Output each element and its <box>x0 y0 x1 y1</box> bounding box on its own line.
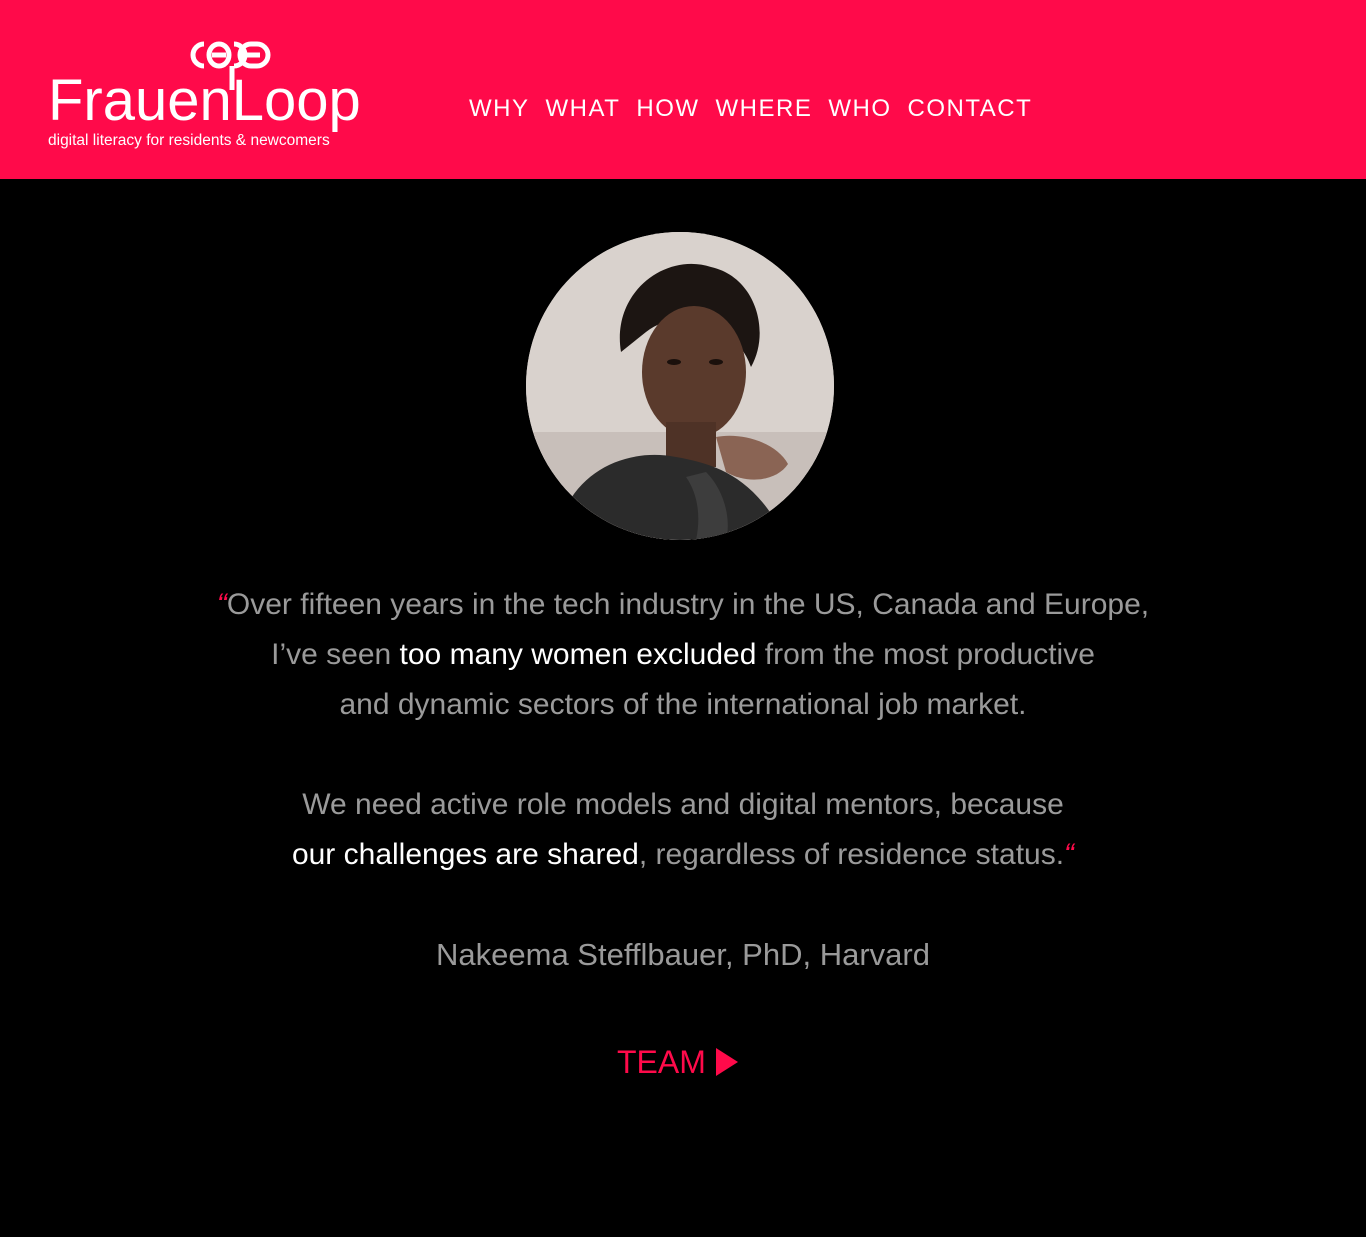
nav-item-how[interactable]: HOW <box>636 93 699 125</box>
nav-item-why[interactable]: WHY <box>469 93 530 125</box>
play-triangle-icon <box>715 1048 738 1076</box>
portrait-image <box>526 232 834 540</box>
quote-line-1: “Over fifteen years in the tech industry… <box>0 580 1366 630</box>
open-quote-mark: “ <box>216 588 227 621</box>
frauenloop-logo[interactable]: FrauenLoop digital literacy for resident… <box>46 34 376 154</box>
quote-text: , regardless of residence status. <box>638 838 1065 871</box>
nav-item-contact[interactable]: CONTACT <box>908 93 1033 125</box>
nav-item-where[interactable]: WHERE <box>716 93 813 125</box>
team-link-label: TEAM <box>617 1044 706 1080</box>
quote-text: from the most productive <box>756 638 1095 671</box>
quote-highlight: too many women excluded <box>399 638 757 671</box>
close-quote-mark: “ <box>1064 838 1075 871</box>
nav-item-what[interactable]: WHAT <box>546 93 621 125</box>
testimonial-author: Nakeema Stefflbauer, PhD, Harvard <box>436 937 930 972</box>
site-header: FrauenLoop digital literacy for resident… <box>0 0 1366 179</box>
quote-line-3: and dynamic sectors of the international… <box>339 688 1027 721</box>
portrait-photo <box>526 232 834 540</box>
chain-links-icon: FrauenLoop digital literacy for resident… <box>48 41 361 149</box>
team-link[interactable]: TEAM <box>617 1040 738 1084</box>
logo-tagline: digital literacy for residents & newcome… <box>48 132 330 149</box>
logo-wordmark: FrauenLoop <box>48 68 361 133</box>
main-nav: WHY WHAT HOW WHERE WHO CONTACT <box>469 93 1032 125</box>
quote-line-4: We need active role models and digital m… <box>302 788 1064 821</box>
quote-line-2: I’ve seen too many women excluded from t… <box>0 630 1366 680</box>
testimonial-quote: “Over fifteen years in the tech industry… <box>0 580 1366 880</box>
quote-text: Over fifteen years in the tech industry … <box>226 588 1150 621</box>
nav-item-who[interactable]: WHO <box>828 93 891 125</box>
quote-line-5: our challenges are shared, regardless of… <box>0 830 1366 880</box>
quote-highlight: our challenges are shared <box>291 838 639 871</box>
quote-text: I’ve seen <box>271 638 400 671</box>
